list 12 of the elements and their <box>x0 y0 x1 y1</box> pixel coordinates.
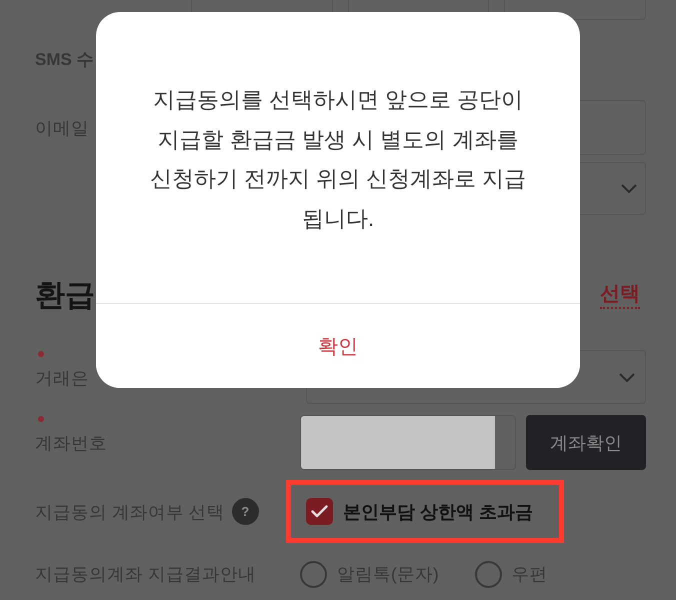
checkmark-icon <box>311 505 328 518</box>
dialog-message: 지급동의를 선택하시면 앞으로 공단이 지급할 환급금 발생 시 별도의 계좌를 신청하기 전까지 위의 신청계좌로 지급 됩니다. <box>148 86 528 232</box>
chevron-down-icon <box>619 372 635 382</box>
chevron-down-icon <box>621 184 637 193</box>
help-button[interactable]: ? <box>232 498 259 525</box>
section-title: 환급 <box>35 278 95 314</box>
confirm-button[interactable]: 확인 <box>96 303 580 388</box>
checkbox-label: 본인부담 상한액 초과금 <box>343 500 534 524</box>
checkbox[interactable] <box>306 498 333 525</box>
radio-button[interactable] <box>300 560 327 588</box>
radio-button[interactable] <box>474 560 502 588</box>
account-check-button[interactable]: 계좌확인 <box>526 415 646 470</box>
